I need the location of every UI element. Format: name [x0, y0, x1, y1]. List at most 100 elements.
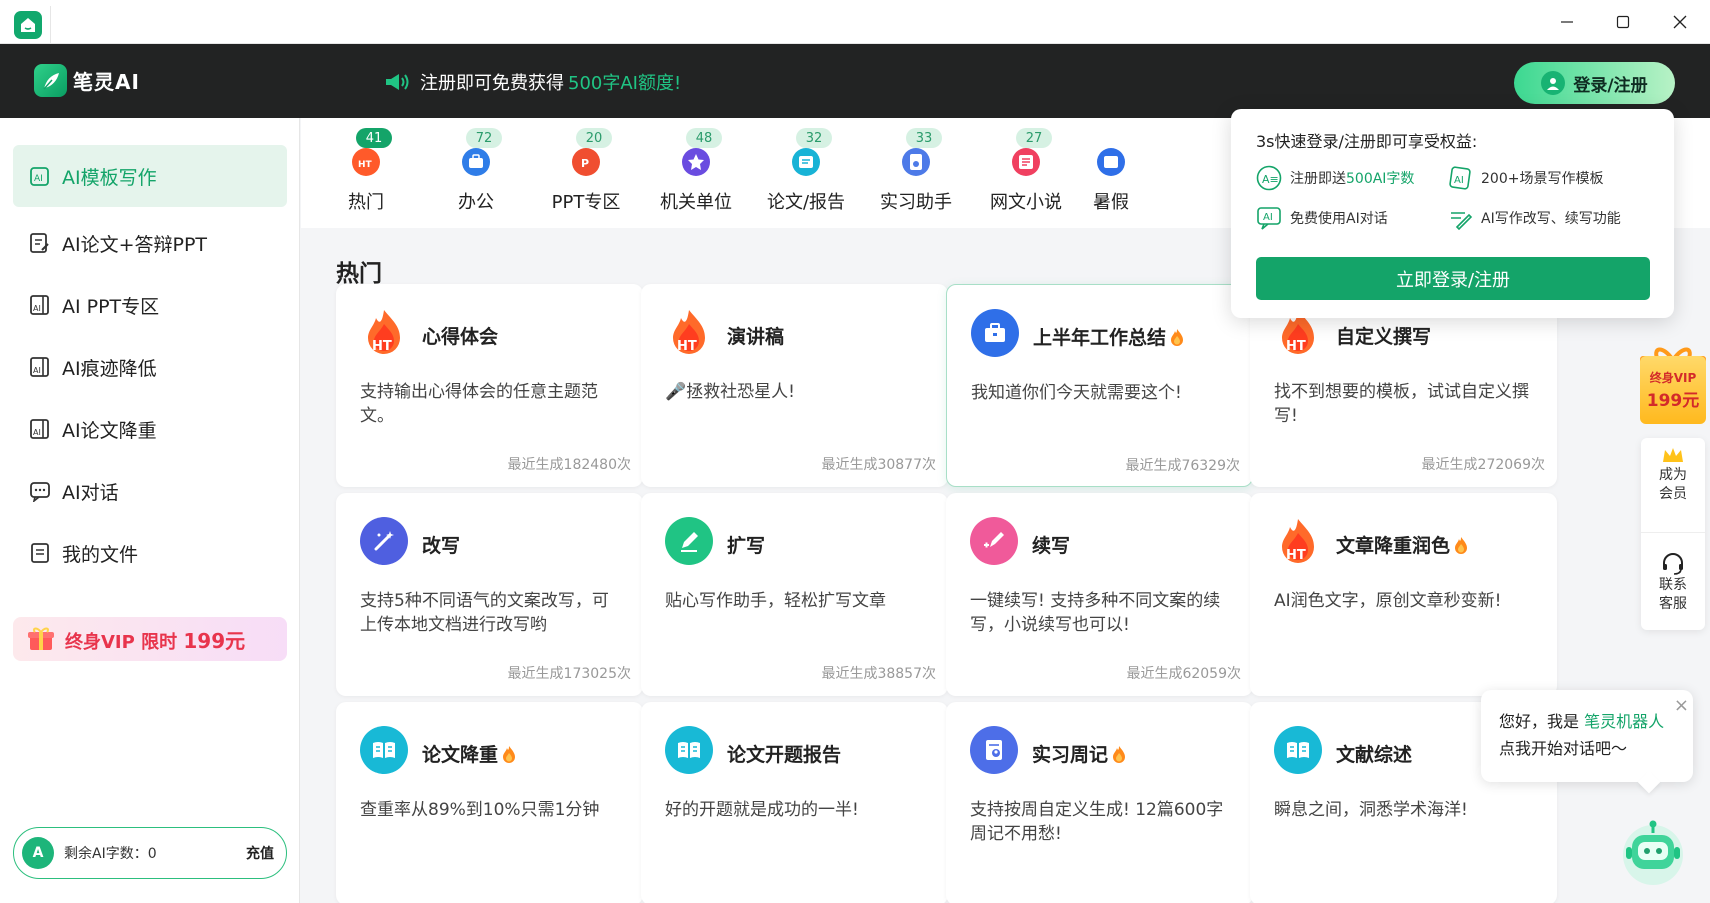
- card-description: 查重率从89%到10%只需1分钟: [360, 800, 600, 820]
- tab-government[interactable]: 48 机关单位: [641, 118, 751, 228]
- card-description: 支持按周自定义生成! 12篇600字周记不用愁!: [970, 800, 1224, 844]
- chatbot-bubble[interactable]: × 您好，我是 笔灵机器人 点我开始对话吧～: [1481, 690, 1693, 782]
- become-member-button[interactable]: 成为 会员: [1641, 444, 1705, 504]
- card-description: 🎤拯救社恐星人!: [665, 382, 795, 402]
- app-name: 笔灵AI: [73, 70, 140, 94]
- card-usage-count: 最近生成30877次: [821, 457, 936, 473]
- card-continue-write[interactable]: 续写 一键续写! 支持多种不同文案的续写，小说续写也可以! 最近生成62059次: [946, 493, 1253, 696]
- sidebar-item-ai-dedupe[interactable]: AI AI论文降重: [13, 398, 287, 460]
- login-benefits-popup: 3s快速登录/注册即可享受权益: A≡ 注册即送500AI字数 AI 200+场…: [1231, 109, 1674, 318]
- briefcase-icon: [971, 309, 1019, 357]
- app-home-icon[interactable]: [6, 6, 51, 44]
- card-usage-count: 最近生成182480次: [507, 457, 631, 473]
- svg-text:A≡: A≡: [1262, 173, 1279, 186]
- chat-icon: [28, 479, 52, 503]
- megaphone-icon: [386, 74, 409, 90]
- tab-web-novel[interactable]: 27 网文小说: [971, 118, 1081, 228]
- sidebar-item-ai-template[interactable]: AI AI模板写作: [13, 145, 287, 207]
- tab-ppt[interactable]: 20 P PPT专区: [531, 118, 641, 228]
- svg-text:AI: AI: [34, 174, 43, 184]
- close-button[interactable]: [1652, 0, 1708, 44]
- rewrite-icon: [1451, 212, 1473, 231]
- app-header: 笔灵AI 注册即可免费获得 500字AI额度! 登录/注册: [0, 44, 1710, 118]
- count-badge: 48: [686, 128, 722, 148]
- template-icon: AI: [28, 164, 52, 188]
- card-polish[interactable]: HT 文章降重润色 AI润色文字，原创文章秒变新!: [1250, 493, 1557, 696]
- robot-assistant-icon[interactable]: [1618, 817, 1688, 887]
- sidebar-item-ai-chat[interactable]: AI对话: [13, 460, 287, 522]
- tab-office[interactable]: 72 办公: [421, 118, 531, 228]
- magic-wand-icon: [360, 517, 408, 565]
- card-title: 文章降重润色: [1336, 531, 1468, 558]
- benefit-free-chat: AI 免费使用AI对话: [1256, 205, 1388, 231]
- vip-float-button[interactable]: 终身VIP 199元: [1640, 338, 1706, 424]
- category-label: 网文小说: [990, 192, 1062, 213]
- tab-paper-report[interactable]: 32 论文/报告: [751, 118, 861, 228]
- ht-fire-icon: HT: [360, 308, 408, 356]
- continue-write-icon: [970, 517, 1018, 565]
- card-usage-count: 最近生成76329次: [1125, 458, 1240, 474]
- card-title: 文献综述: [1336, 744, 1413, 766]
- card-rewrite[interactable]: 改写 支持5种不同语气的文案改写，可上传本地文档进行改写哟 最近生成173025次: [336, 493, 643, 696]
- trace-icon: AI: [28, 355, 52, 379]
- card-usage-count: 最近生成173025次: [507, 666, 631, 682]
- app-logo[interactable]: 笔灵AI: [34, 64, 140, 97]
- card-reflection[interactable]: HT 心得体会支持输出心得体会的任意主题范文。最近生成182480次: [336, 284, 643, 487]
- user-avatar-icon: [1541, 71, 1566, 95]
- minimize-button[interactable]: [1539, 0, 1595, 44]
- gift-icon: [28, 627, 54, 650]
- category-label: 实习助手: [880, 192, 952, 213]
- sidebar-item-ai-paper-ppt[interactable]: AI论文+答辩PPT: [13, 212, 287, 274]
- hot-flame-icon: [503, 745, 516, 763]
- tab-hot[interactable]: 41 HT 热门: [311, 118, 421, 228]
- login-register-button[interactable]: 登录/注册: [1514, 62, 1675, 104]
- login-register-now-button[interactable]: 立即登录/注册: [1256, 257, 1650, 300]
- sidebar-item-ai-ppt[interactable]: AI AI PPT专区: [13, 274, 287, 336]
- card-intern-weekly[interactable]: 实习周记支持按周自定义生成! 12篇600字周记不用愁!: [946, 702, 1253, 903]
- ai-text-icon: A: [22, 837, 54, 869]
- card-description: 瞬息之间，洞悉学术海洋!: [1274, 800, 1468, 820]
- web-novel-category-icon: [1012, 148, 1040, 176]
- crown-icon: [1663, 448, 1683, 462]
- category-label: 论文/报告: [766, 192, 846, 213]
- hot-flame-icon: [1455, 536, 1468, 554]
- maximize-button[interactable]: [1595, 0, 1651, 44]
- book-icon: [360, 726, 408, 774]
- sidebar-item-ai-trace[interactable]: AI AI痕迹降低: [13, 336, 287, 398]
- card-thesis-proposal[interactable]: 论文开题报告 好的开题就是成功的一半!: [641, 702, 948, 903]
- lifetime-vip-banner[interactable]: 终身VIP 限时 199元: [13, 617, 287, 661]
- svg-text:AI: AI: [1263, 212, 1273, 223]
- svg-text:HT: HT: [358, 160, 373, 170]
- card-title: 续写: [1032, 535, 1071, 557]
- book-icon: [665, 726, 713, 774]
- count-badge: 72: [466, 128, 502, 148]
- tab-intern[interactable]: 33 实习助手: [861, 118, 971, 228]
- headset-icon: [1663, 553, 1683, 575]
- count-badge: 32: [796, 128, 832, 148]
- paper-report-category-icon: [792, 148, 820, 176]
- count-badge: 41: [356, 128, 392, 148]
- card-title: 论文降重: [422, 740, 516, 767]
- card-speech[interactable]: HT 演讲稿 🎤拯救社恐星人! 最近生成30877次: [641, 284, 948, 487]
- close-chat-bubble-icon[interactable]: ×: [1674, 692, 1689, 719]
- count-badge: 27: [1016, 128, 1052, 148]
- tab-summer[interactable]: 暑假: [1081, 118, 1141, 228]
- pencil-icon: [665, 517, 713, 565]
- card-usage-count: 最近生成62059次: [1126, 666, 1241, 682]
- service-float-panel: 成为 会员 联系 客服: [1641, 438, 1705, 630]
- card-usage-count: 最近生成38857次: [821, 666, 936, 682]
- card-description: 支持输出心得体会的任意主题范文。: [360, 382, 598, 426]
- card-description: 贴心写作助手，轻松扩写文章: [665, 591, 886, 611]
- recharge-button[interactable]: 充值: [246, 843, 274, 863]
- intern-category-icon: [902, 148, 930, 176]
- card-usage-count: 最近生成272069次: [1421, 457, 1545, 473]
- contact-service-button[interactable]: 联系 客服: [1641, 552, 1705, 614]
- card-half-year-summary[interactable]: 上半年工作总结 我知道你们今天就需要这个! 最近生成76329次: [946, 284, 1253, 487]
- card-title: 实习周记: [1032, 740, 1126, 767]
- card-expand[interactable]: 扩写 贴心写作助手，轻松扩写文章 最近生成38857次: [641, 493, 948, 696]
- card-paper-dedupe[interactable]: 论文降重查重率从89%到10%只需1分钟: [336, 702, 643, 903]
- ai-word-quota: A 剩余AI字数：0 充值: [13, 827, 287, 879]
- card-description: 支持5种不同语气的文案改写，可上传本地文档进行改写哟: [360, 591, 609, 635]
- card-title: 心得体会: [422, 326, 499, 348]
- sidebar-item-my-files[interactable]: 我的文件: [13, 522, 287, 584]
